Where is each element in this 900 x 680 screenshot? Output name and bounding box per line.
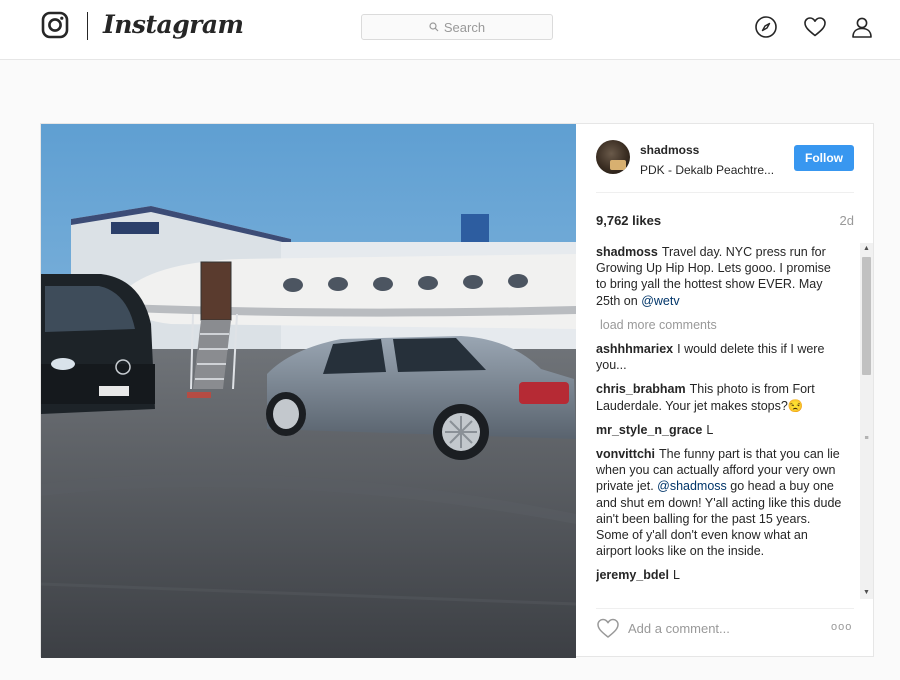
scrollbar-thumb[interactable] — [862, 257, 871, 375]
list-item: vonvittchi The funny part is that you can… — [596, 446, 842, 559]
comment-text: L — [706, 422, 714, 437]
scroll-grip-icon: ≡ — [864, 435, 869, 442]
post-age[interactable]: 2d — [840, 213, 854, 228]
list-item: jeremy_bdel L — [596, 567, 842, 583]
more-options-button[interactable]: ooo — [831, 621, 852, 633]
post-sidebar: shadmoss PDK - Dekalb Peachtre... Follow… — [576, 124, 875, 658]
mention-link[interactable]: @shadmoss — [657, 479, 727, 493]
comments-scrollbar[interactable]: ▲ ≡ ▼ — [860, 243, 873, 599]
comment-input[interactable]: Add a comment... — [628, 621, 730, 636]
post-location[interactable]: PDK - Dekalb Peachtre... — [640, 163, 774, 177]
comment-username[interactable]: jeremy_bdel — [596, 568, 669, 582]
comment-username[interactable]: mr_style_n_grace — [596, 423, 702, 437]
list-item: mr_style_n_grace L — [596, 422, 842, 438]
heart-icon[interactable] — [803, 15, 827, 39]
comment-username[interactable]: vonvittchi — [596, 447, 655, 461]
follow-button[interactable]: Follow — [794, 145, 854, 171]
compass-icon[interactable] — [754, 15, 778, 39]
comment-text: L — [672, 568, 680, 583]
comment-username[interactable]: ashhhmariex — [596, 342, 673, 356]
post-photo-image — [41, 124, 576, 658]
avatar[interactable] — [596, 140, 630, 174]
comment-username[interactable]: shadmoss — [596, 245, 658, 259]
likes-count[interactable]: 9,762 likes — [596, 213, 661, 228]
list-item: chris_brabham This photo is from Fort Lau… — [596, 381, 842, 413]
post-username[interactable]: shadmoss — [640, 143, 699, 157]
load-more-comments-link[interactable]: load more comments — [600, 317, 842, 333]
top-navbar: Instagram Search — [0, 0, 900, 60]
scroll-down-icon[interactable]: ▼ — [860, 587, 873, 599]
brand-wordmark[interactable]: Instagram — [103, 10, 244, 39]
caption: shadmoss Travel day. NYC press run for Gr… — [596, 244, 842, 309]
mention-link[interactable]: @wetv — [641, 294, 679, 308]
brand-divider — [87, 12, 88, 40]
comments-list: shadmoss Travel day. NYC press run for Gr… — [596, 244, 842, 596]
comment-username[interactable]: chris_brabham — [596, 382, 686, 396]
scroll-up-icon[interactable]: ▲ — [860, 243, 873, 255]
instagram-logo-icon[interactable] — [41, 11, 69, 39]
search-placeholder: Search — [443, 19, 486, 35]
post-card: shadmoss PDK - Dekalb Peachtre... Follow… — [40, 123, 875, 658]
search-icon — [429, 22, 439, 32]
user-icon[interactable] — [850, 15, 874, 39]
heart-icon[interactable] — [596, 617, 620, 639]
search-input[interactable]: Search — [361, 14, 553, 40]
post-photo[interactable] — [41, 124, 576, 658]
header-divider — [596, 192, 854, 193]
footer-divider — [596, 608, 854, 609]
list-item: ashhhmariex I would delete this if I were… — [596, 341, 842, 373]
